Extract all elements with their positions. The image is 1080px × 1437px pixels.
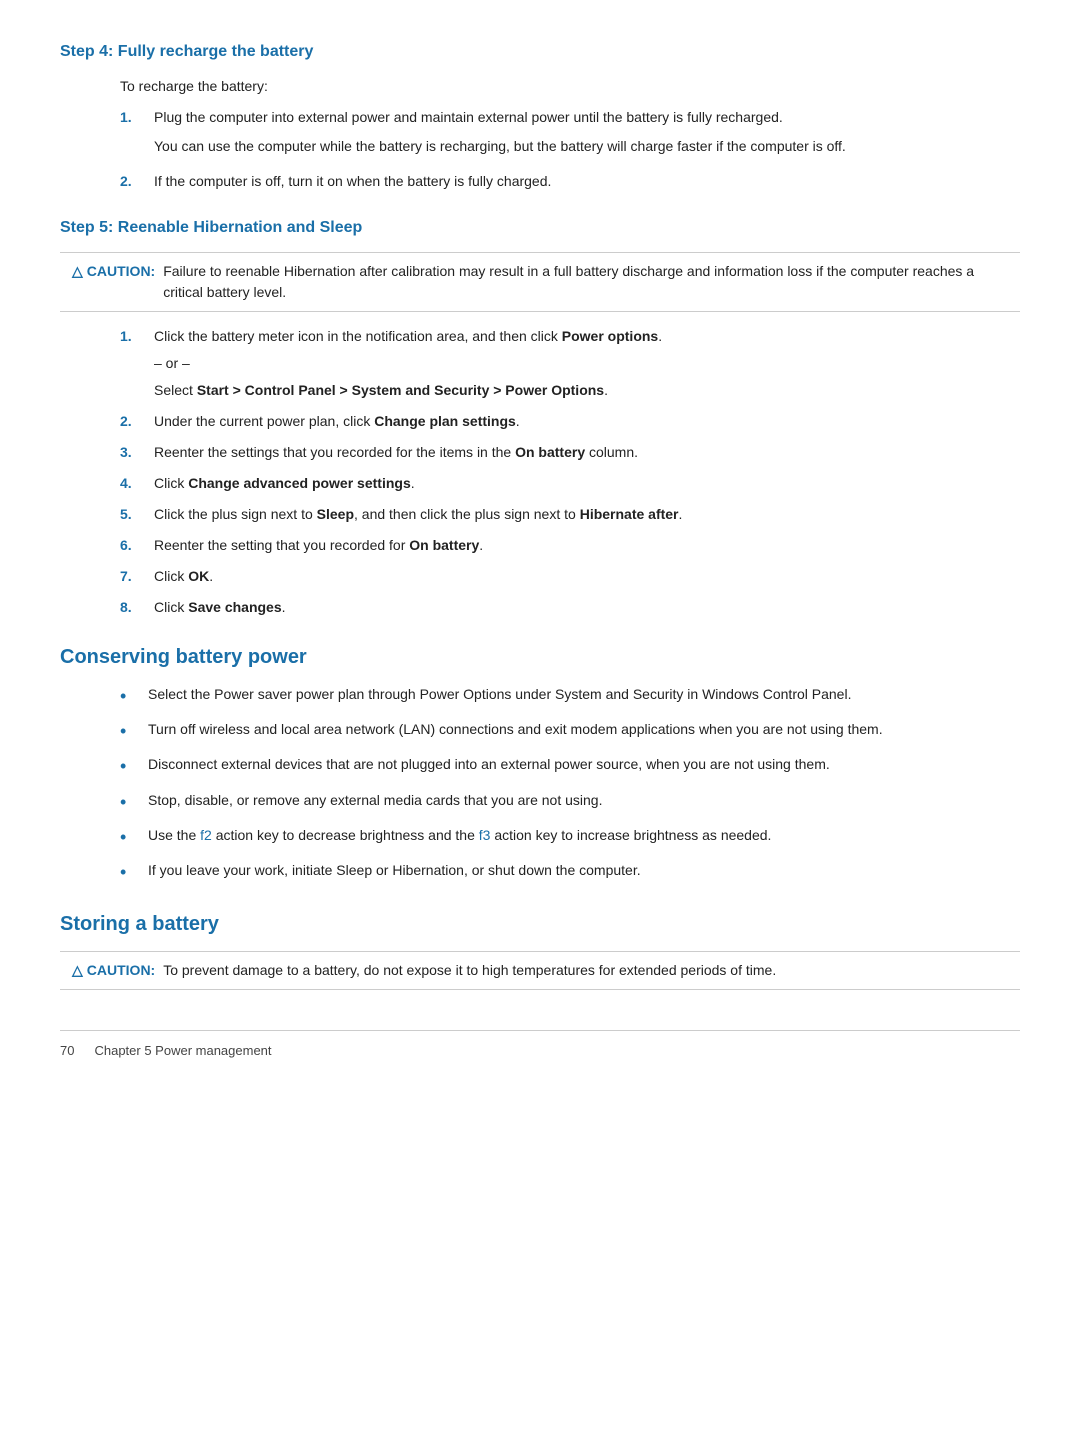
step4-heading: Step 4: Fully recharge the battery (60, 40, 1020, 68)
list-item: 6. Reenter the setting that you recorded… (120, 535, 1020, 556)
step5-num2: 2. (120, 411, 144, 432)
list-item: • Disconnect external devices that are n… (120, 754, 1020, 779)
f3-link[interactable]: f3 (479, 827, 491, 843)
list-item: • Select the Power saver power plan thro… (120, 684, 1020, 709)
conserving-bullet1: Select the Power saver power plan throug… (148, 684, 851, 705)
step4-item1-content: Plug the computer into external power an… (154, 107, 1020, 161)
step5-item8: Click Save changes. (154, 597, 1020, 618)
list-item: • If you leave your work, initiate Sleep… (120, 860, 1020, 885)
bullet-icon: • (120, 825, 140, 850)
conserving-list: • Select the Power saver power plan thro… (120, 684, 1020, 885)
storing-heading: Storing a battery (60, 909, 1020, 943)
list-item: 8. Click Save changes. (120, 597, 1020, 618)
step5-num4: 4. (120, 473, 144, 494)
list-item: 4. Click Change advanced power settings. (120, 473, 1020, 494)
page-footer: 70 Chapter 5 Power management (60, 1030, 1020, 1061)
step5-item6-bold: On battery (409, 537, 479, 553)
step4-section: Step 4: Fully recharge the battery To re… (60, 40, 1020, 192)
step5-item3: Reenter the settings that you recorded f… (154, 442, 1020, 463)
step5-num6: 6. (120, 535, 144, 556)
step5-caution-box: △ CAUTION: Failure to reenable Hibernati… (60, 252, 1020, 312)
step5-select-bold: Start > Control Panel > System and Secur… (197, 382, 604, 398)
step5-item3-bold: On battery (515, 444, 585, 460)
list-item: 3. Reenter the settings that you recorde… (120, 442, 1020, 463)
conserving-bullet4: Stop, disable, or remove any external me… (148, 790, 602, 811)
conserving-bullet6: If you leave your work, initiate Sleep o… (148, 860, 641, 881)
step5-item5: Click the plus sign next to Sleep, and t… (154, 504, 1020, 525)
list-item: • Turn off wireless and local area netwo… (120, 719, 1020, 744)
step5-list: 1. Click the battery meter icon in the n… (120, 326, 1020, 618)
conserving-bullet2: Turn off wireless and local area network… (148, 719, 883, 740)
bullet-icon: • (120, 754, 140, 779)
caution-label-text: CAUTION: (87, 261, 155, 282)
list-item: • Use the f2 action key to decrease brig… (120, 825, 1020, 850)
bullet-icon: • (120, 790, 140, 815)
f2-link[interactable]: f2 (200, 827, 212, 843)
step5-item4: Click Change advanced power settings. (154, 473, 1020, 494)
list-item: 1. Plug the computer into external power… (120, 107, 1020, 161)
step5-num1: 1. (120, 326, 144, 401)
step5-section: Step 5: Reenable Hibernation and Sleep △… (60, 216, 1020, 618)
storing-section: Storing a battery △ CAUTION: To prevent … (60, 909, 1020, 990)
caution-label: △ CAUTION: (72, 261, 155, 282)
step4-num2: 2. (120, 171, 144, 192)
step5-num7: 7. (120, 566, 144, 587)
conserving-section: Conserving battery power • Select the Po… (60, 642, 1020, 885)
conserving-bullet3: Disconnect external devices that are not… (148, 754, 830, 775)
storing-caution-label: △ CAUTION: (72, 960, 155, 981)
storing-caution-box: △ CAUTION: To prevent damage to a batter… (60, 951, 1020, 990)
step5-heading: Step 5: Reenable Hibernation and Sleep (60, 216, 1020, 244)
bullet-icon: • (120, 719, 140, 744)
bullet-icon: • (120, 684, 140, 709)
step5-item5-bold2: Hibernate after (580, 506, 679, 522)
step4-intro: To recharge the battery: (120, 76, 1020, 97)
step5-item2-bold: Change plan settings (374, 413, 516, 429)
list-item: 7. Click OK. (120, 566, 1020, 587)
step5-caution-text: Failure to reenable Hibernation after ca… (163, 261, 1008, 303)
conserving-bullet5: Use the f2 action key to decrease bright… (148, 825, 771, 846)
step5-item1-main: Click the battery meter icon in the noti… (154, 326, 1020, 347)
step4-item2-main: If the computer is off, turn it on when … (154, 171, 1020, 192)
step5-select-line: Select Start > Control Panel > System an… (154, 380, 1020, 401)
step5-item1-bold: Power options (562, 328, 658, 344)
list-item: 1. Click the battery meter icon in the n… (120, 326, 1020, 401)
step4-item1-main: Plug the computer into external power an… (154, 107, 1020, 128)
storing-caution-label-text: CAUTION: (87, 960, 155, 981)
step5-num3: 3. (120, 442, 144, 463)
list-item: 2. Under the current power plan, click C… (120, 411, 1020, 432)
caution-triangle-icon: △ (72, 960, 83, 981)
step5-item4-bold: Change advanced power settings (188, 475, 411, 491)
chapter-label: Chapter 5 Power management (94, 1041, 271, 1061)
list-item: 5. Click the plus sign next to Sleep, an… (120, 504, 1020, 525)
list-item: • Stop, disable, or remove any external … (120, 790, 1020, 815)
step4-list: 1. Plug the computer into external power… (120, 107, 1020, 192)
bullet-icon: • (120, 860, 140, 885)
step5-item7-bold: OK (188, 568, 209, 584)
page-number: 70 (60, 1041, 74, 1061)
step5-item7: Click OK. (154, 566, 1020, 587)
step5-or-line: – or – (154, 353, 1020, 374)
storing-caution-text: To prevent damage to a battery, do not e… (163, 960, 776, 981)
list-item: 2. If the computer is off, turn it on wh… (120, 171, 1020, 192)
step5-item8-bold: Save changes (188, 599, 281, 615)
step5-num5: 5. (120, 504, 144, 525)
caution-triangle-icon: △ (72, 261, 83, 282)
step5-item6: Reenter the setting that you recorded fo… (154, 535, 1020, 556)
step4-num1: 1. (120, 107, 144, 161)
conserving-heading: Conserving battery power (60, 642, 1020, 676)
step5-item2: Under the current power plan, click Chan… (154, 411, 1020, 432)
step5-num8: 8. (120, 597, 144, 618)
step5-item5-bold1: Sleep (317, 506, 354, 522)
step4-item1-sub: You can use the computer while the batte… (154, 136, 1020, 157)
step5-item1-content: Click the battery meter icon in the noti… (154, 326, 1020, 401)
